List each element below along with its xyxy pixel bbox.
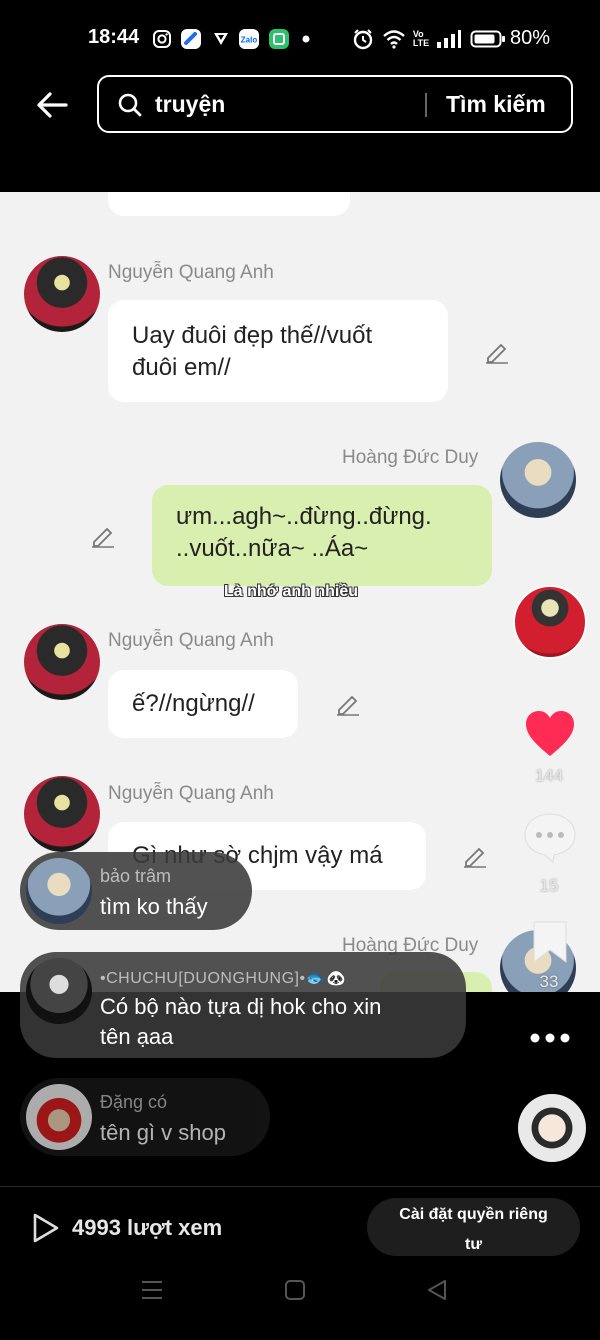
chat-text-line: ế?//ngừng// <box>132 690 255 717</box>
play-icon <box>32 1213 60 1243</box>
bookmark-icon[interactable] <box>532 920 568 964</box>
chat-bubble-partial <box>108 192 350 216</box>
status-time: 18:44 <box>88 26 140 48</box>
search-button[interactable]: Tìm kiếm <box>446 91 546 118</box>
pencil-icon <box>335 690 361 716</box>
chat-sender-name: Nguyễn Quang Anh <box>108 630 274 651</box>
comment-username: bảo trâm <box>100 866 172 886</box>
chat-sender-name: Nguyễn Quang Anh <box>108 783 274 804</box>
menu-nav-icon[interactable] <box>140 1279 164 1306</box>
pencil-icon <box>90 522 116 548</box>
back-nav-icon[interactable] <box>426 1279 448 1306</box>
comment-text: tên gì v shop <box>100 1120 226 1145</box>
comment-bubble[interactable]: •CHUCHU[DUONGHUNG]•🐟🐼 Có bộ nào tựa dị h… <box>20 952 466 1058</box>
heart-icon[interactable] <box>524 710 576 758</box>
comment-avatar <box>26 1084 92 1150</box>
avatar <box>500 442 576 518</box>
avatar <box>24 624 100 700</box>
more-options-icon[interactable] <box>528 1030 572 1046</box>
chat-bubble: ế?//ngừng// <box>108 670 298 738</box>
creator-avatar[interactable] <box>513 585 587 659</box>
signal-icon <box>436 28 462 50</box>
instagram-icon <box>152 28 172 50</box>
chat-sender-name: Hoàng Đức Duy <box>342 447 479 468</box>
chat-text-line: ưm...agh~..đừng..đừng. <box>176 503 432 530</box>
blue-app-icon <box>180 28 202 50</box>
avatar <box>24 776 100 852</box>
comment-username: Đặng có <box>100 1092 168 1112</box>
comment-avatar <box>26 858 92 924</box>
comment-icon[interactable] <box>523 812 577 864</box>
comment-bubble[interactable]: bảo trâm tìm ko thấy <box>20 852 252 930</box>
chat-bubble: ưm...agh~..đừng..đừng. ..vuốt..nữa~ ..Áa… <box>152 485 492 586</box>
privacy-label-line: tư <box>465 1236 482 1253</box>
comment-text-line: tên ạaa <box>100 1024 174 1049</box>
search-query: truyện <box>155 91 226 117</box>
privacy-label-line: Cài đặt quyền riêng <box>399 1206 548 1223</box>
comment-text: tìm ko thấy <box>100 894 208 919</box>
pencil-icon <box>484 338 510 364</box>
chat-bubble: Uay đuôi đẹp thế//vuốt đuôi em// <box>108 300 448 402</box>
comment-username: •CHUCHU[DUONGHUNG]•🐟🐼 <box>100 970 347 987</box>
user-avatar[interactable] <box>518 1094 586 1162</box>
video-subtitle: Là nhớ anh nhiều <box>224 583 359 600</box>
status-bar: 18:44 Zalo Vo LTE 80% <box>0 0 600 75</box>
comment-text-line: Có bộ nào tựa dị hok cho xin <box>100 994 382 1019</box>
search-icon <box>117 92 143 118</box>
battery-percent: 80% <box>510 27 551 49</box>
volte-icon: Vo LTE <box>412 29 430 48</box>
battery-icon <box>470 28 506 50</box>
chat-sender-name: Nguyễn Quang Anh <box>108 262 274 283</box>
alarm-icon <box>352 28 374 50</box>
search-header: truyện Tìm kiếm <box>0 75 600 192</box>
save-count: 33 <box>539 972 559 991</box>
vpn-heart-icon <box>212 28 230 50</box>
pencil-icon <box>462 842 488 868</box>
zalo-icon: Zalo <box>238 28 260 50</box>
wifi-icon <box>382 28 406 50</box>
search-divider <box>425 93 427 117</box>
comment-count: 15 <box>539 876 559 895</box>
bottom-bar: 4993 lượt xem Cài đặt quyền riêng tư <box>0 1186 600 1340</box>
back-arrow-icon[interactable] <box>34 90 70 120</box>
zalo-label: Zalo <box>241 36 258 45</box>
search-input[interactable]: truyện Tìm kiếm <box>97 75 573 133</box>
view-count: 4993 lượt xem <box>72 1215 223 1240</box>
comment-bubble[interactable]: Đặng có tên gì v shop <box>20 1078 270 1156</box>
avatar <box>24 256 100 332</box>
comment-avatar <box>26 958 92 1024</box>
like-count: 144 <box>534 766 564 785</box>
green-app-icon <box>268 28 290 50</box>
dot-icon <box>302 28 310 50</box>
chat-text-line: ..vuốt..nữa~ ..Áa~ <box>176 535 369 562</box>
privacy-settings-button[interactable]: Cài đặt quyền riêng tư <box>367 1198 580 1256</box>
chat-text-line: đuôi em// <box>132 354 231 381</box>
chat-text-line: Uay đuôi đẹp thế//vuốt <box>132 322 373 349</box>
home-nav-icon[interactable] <box>284 1279 306 1306</box>
comment-text: Có bộ nào tựa dị hok cho xin tên ạaa <box>100 992 381 1052</box>
